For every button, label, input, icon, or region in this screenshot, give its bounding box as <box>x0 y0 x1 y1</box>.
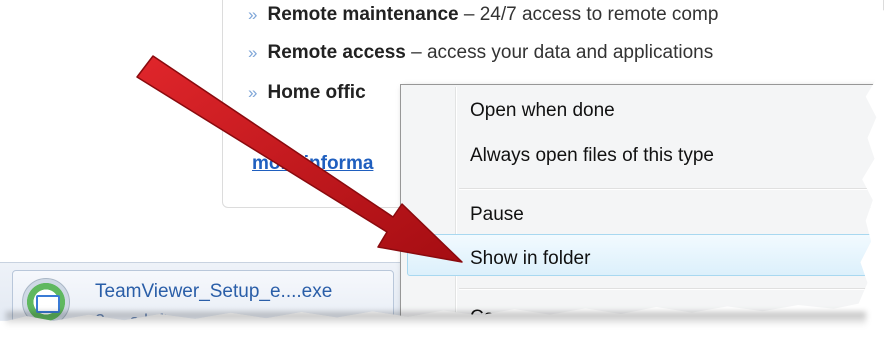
menu-item-show-in-folder[interactable]: Show in folder <box>470 248 590 270</box>
chevron-right-icon: » <box>248 83 258 102</box>
chevron-right-icon: » <box>248 5 258 24</box>
feature-remote-maintenance: » Remote maintenance – 24/7 access to rem… <box>248 4 719 25</box>
more-information-link[interactable]: more informa <box>252 153 373 175</box>
menu-item-pause[interactable]: Pause <box>470 204 524 226</box>
menu-item-always-open[interactable]: Always open files of this type <box>470 145 714 167</box>
torn-edge-shadow <box>6 312 866 326</box>
menu-separator <box>459 188 877 190</box>
menu-item-open-when-done[interactable]: Open when done <box>470 100 615 122</box>
feature-remote-access: » Remote access – access your data and ap… <box>248 42 714 63</box>
menu-separator <box>459 288 877 290</box>
download-file-name[interactable]: TeamViewer_Setup_e....exe <box>95 281 332 303</box>
chevron-right-icon: » <box>248 43 258 62</box>
screenshot-region: » Remote maintenance – 24/7 access to rem… <box>0 0 887 321</box>
feature-home-office: » Home offic <box>248 82 366 103</box>
